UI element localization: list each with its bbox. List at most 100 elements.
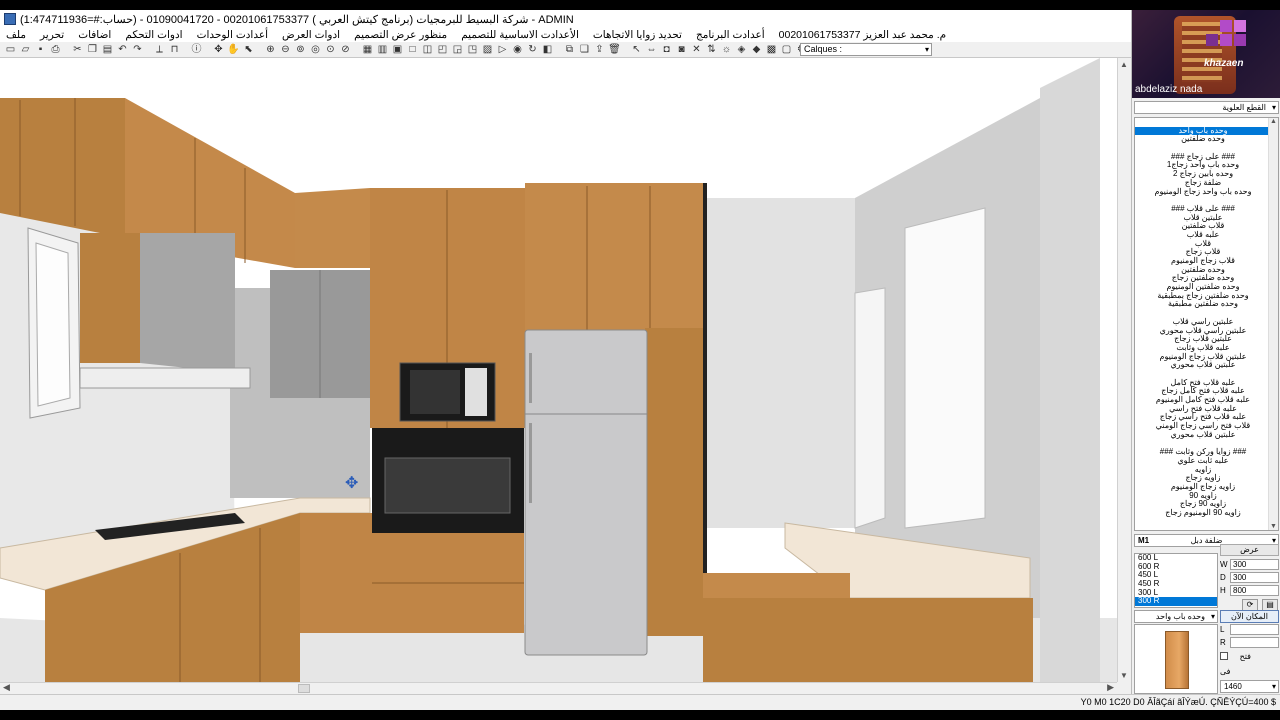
left-field[interactable] [1230,624,1279,635]
width-row: W 300 [1220,559,1279,570]
scroll-left-icon[interactable]: ◀ [3,682,10,693]
menu-user-info[interactable]: م. محمد عبد العزيز 00201061753377 [779,28,946,42]
dimension-fields: عرض W 300 D 300 H 800 ⟳ ▤ [1220,544,1279,611]
save-icon[interactable]: ▪ [34,43,47,56]
new-file-icon[interactable]: ▭ [4,43,17,56]
play-icon[interactable]: ▷ [496,43,509,56]
unit-combo[interactable]: وحده باب واحد ▾ [1134,610,1218,623]
zoom-in-icon[interactable]: ⊕ [264,43,277,56]
library-icon[interactable]: ▩ [765,43,778,56]
place-now-button[interactable]: المكان الآن [1220,610,1279,623]
height-field[interactable]: 800 [1230,585,1279,596]
height-label: H [1220,586,1226,595]
menu-view-tools[interactable]: ادوات العرض [282,28,340,42]
menu-design-perspective[interactable]: منظور عرض التصميم [354,28,447,42]
depth-field[interactable]: 300 [1230,572,1279,583]
close-icon[interactable]: ✕ [690,43,703,56]
camera-icon[interactable]: ◧ [541,43,554,56]
height-row: H 800 [1220,585,1279,596]
scroll-thumb[interactable] [298,684,310,693]
layers-icon[interactable]: ◰ [436,43,449,56]
wall-icon[interactable]: □ [406,43,419,56]
unit-list-scrollbar[interactable]: ▲ ▼ [1268,118,1278,530]
scroll-right-icon[interactable]: ▶ [1107,682,1114,693]
group-icon[interactable]: ◘ [660,43,673,56]
pan-icon[interactable]: ✋ [227,43,240,56]
menu-basic-design-settings[interactable]: الأعدادت الاساسية للتصميم [461,28,579,42]
scroll-down-icon[interactable]: ▼ [1270,523,1277,530]
open-label: فتح [1239,652,1251,661]
zoom-all-icon[interactable]: ◎ [309,43,322,56]
presenter-name: abdelaziz nada [1135,84,1203,95]
unit-list-item[interactable]: وحده ضلفتين [1135,135,1278,144]
rotate-icon[interactable]: ↻ [526,43,539,56]
menu-direction-angles[interactable]: تحديد زوايا الاتجاهات [593,28,682,42]
left-label: L [1220,625,1225,634]
elevation-icon[interactable]: ▣ [391,43,404,56]
grid-icon[interactable]: ▦ [361,43,374,56]
flip-icon[interactable]: ⇅ [705,43,718,56]
menu-control-tools[interactable]: ادوات التحكم [125,28,182,42]
paste-icon[interactable]: ▤ [101,43,114,56]
cube-icon[interactable]: ◲ [451,43,464,56]
width-field[interactable]: 300 [1230,559,1279,570]
unit-list-item[interactable]: زاويه 90 الومنيوم زجاج [1135,508,1278,518]
export-icon[interactable]: ⇪ [593,43,606,56]
unit-list-item[interactable]: علبتين قلاب محوري [1135,430,1278,440]
right-field[interactable] [1230,637,1279,648]
print-icon[interactable]: ⎙ [49,43,62,56]
layer-select[interactable]: Calques : ▾ [800,43,932,56]
photo-icon[interactable]: ▨ [481,43,494,56]
undo-icon[interactable]: ↶ [116,43,129,56]
menu-additions[interactable]: اضافات [78,28,111,42]
menu-unit-settings[interactable]: أعدادت الوحدات [197,28,268,42]
dimension-icon[interactable]: ⊓ [168,43,181,56]
copy-icon[interactable]: ❐ [86,43,99,56]
zoom-previous-icon[interactable]: ⊘ [339,43,352,56]
align-icon[interactable]: ⇔ [645,43,658,56]
zoom-window-icon[interactable]: ⊚ [294,43,307,56]
menu-edit[interactable]: تحرير [40,28,64,42]
menu-group-left: ملف تحرير اضافات ادوات التحكم أعدادت الو… [6,28,946,42]
open-folder-icon[interactable]: ▱ [19,43,32,56]
unit-list-item[interactable]: وحده ضلفتين مطبقية [1135,300,1278,309]
zoom-out-icon[interactable]: ⊖ [279,43,292,56]
redo-icon[interactable]: ↷ [131,43,144,56]
duplicate-icon[interactable]: ⧉ [563,43,576,56]
scroll-up-icon[interactable]: ▲ [1120,60,1128,69]
trash-icon[interactable]: 🗑 [608,43,621,56]
unit-list-item[interactable]: وحده باب واحد زجاج الومنيوم [1135,187,1278,197]
select-icon[interactable]: ⬉ [242,43,255,56]
viewport-horizontal-scrollbar[interactable]: ◀ ▶ [0,682,1117,694]
unit-list[interactable]: ▲ ▼ وحده باب واحد وحده ضلفتين ### على زجاج… [1134,117,1279,531]
menu-file[interactable]: ملف [6,28,26,42]
viewport-vertical-scrollbar[interactable]: ▲ ▼ [1117,58,1131,682]
block-icon[interactable]: ◫ [421,43,434,56]
menu-program-settings[interactable]: أعدادت البرنامج [696,28,765,42]
open-checkbox[interactable] [1220,652,1228,660]
material-icon[interactable]: ◈ [735,43,748,56]
cut-icon[interactable]: ✂ [71,43,84,56]
info-icon[interactable]: ⓘ [190,43,203,56]
ungroup-icon[interactable]: ◙ [675,43,688,56]
texture-icon[interactable]: ◆ [750,43,763,56]
light-icon[interactable]: ☼ [720,43,733,56]
scroll-down-icon[interactable]: ▼ [1120,671,1128,680]
scroll-up-icon[interactable]: ▲ [1270,118,1277,125]
view-eye-icon[interactable]: ◉ [511,43,524,56]
move-icon[interactable]: ✥ [212,43,225,56]
category-combo[interactable]: القطع العلوية ▾ [1134,101,1279,114]
3d-viewport[interactable]: ✥ [0,58,1117,682]
copy-object-icon[interactable]: ❏ [578,43,591,56]
render-icon[interactable]: ◳ [466,43,479,56]
size-list-item[interactable]: 300 R [1135,597,1217,607]
measure-icon[interactable]: ⟂ [153,43,166,56]
snapshot-icon[interactable]: ▢ [780,43,793,56]
plan-view-icon[interactable]: ▥ [376,43,389,56]
position-fields: L R فتح فى 1460 ▾ [1220,624,1279,694]
bottom-combo[interactable]: 1460 ▾ [1220,680,1279,693]
zoom-extents-icon[interactable]: ⊙ [324,43,337,56]
size-list[interactable]: 600 L 600 R 450 L 450 R 300 L 300 R [1134,553,1218,608]
unit-list-item[interactable]: علبتين قلاب محوري [1135,361,1278,370]
pointer-icon[interactable]: ↖ [630,43,643,56]
